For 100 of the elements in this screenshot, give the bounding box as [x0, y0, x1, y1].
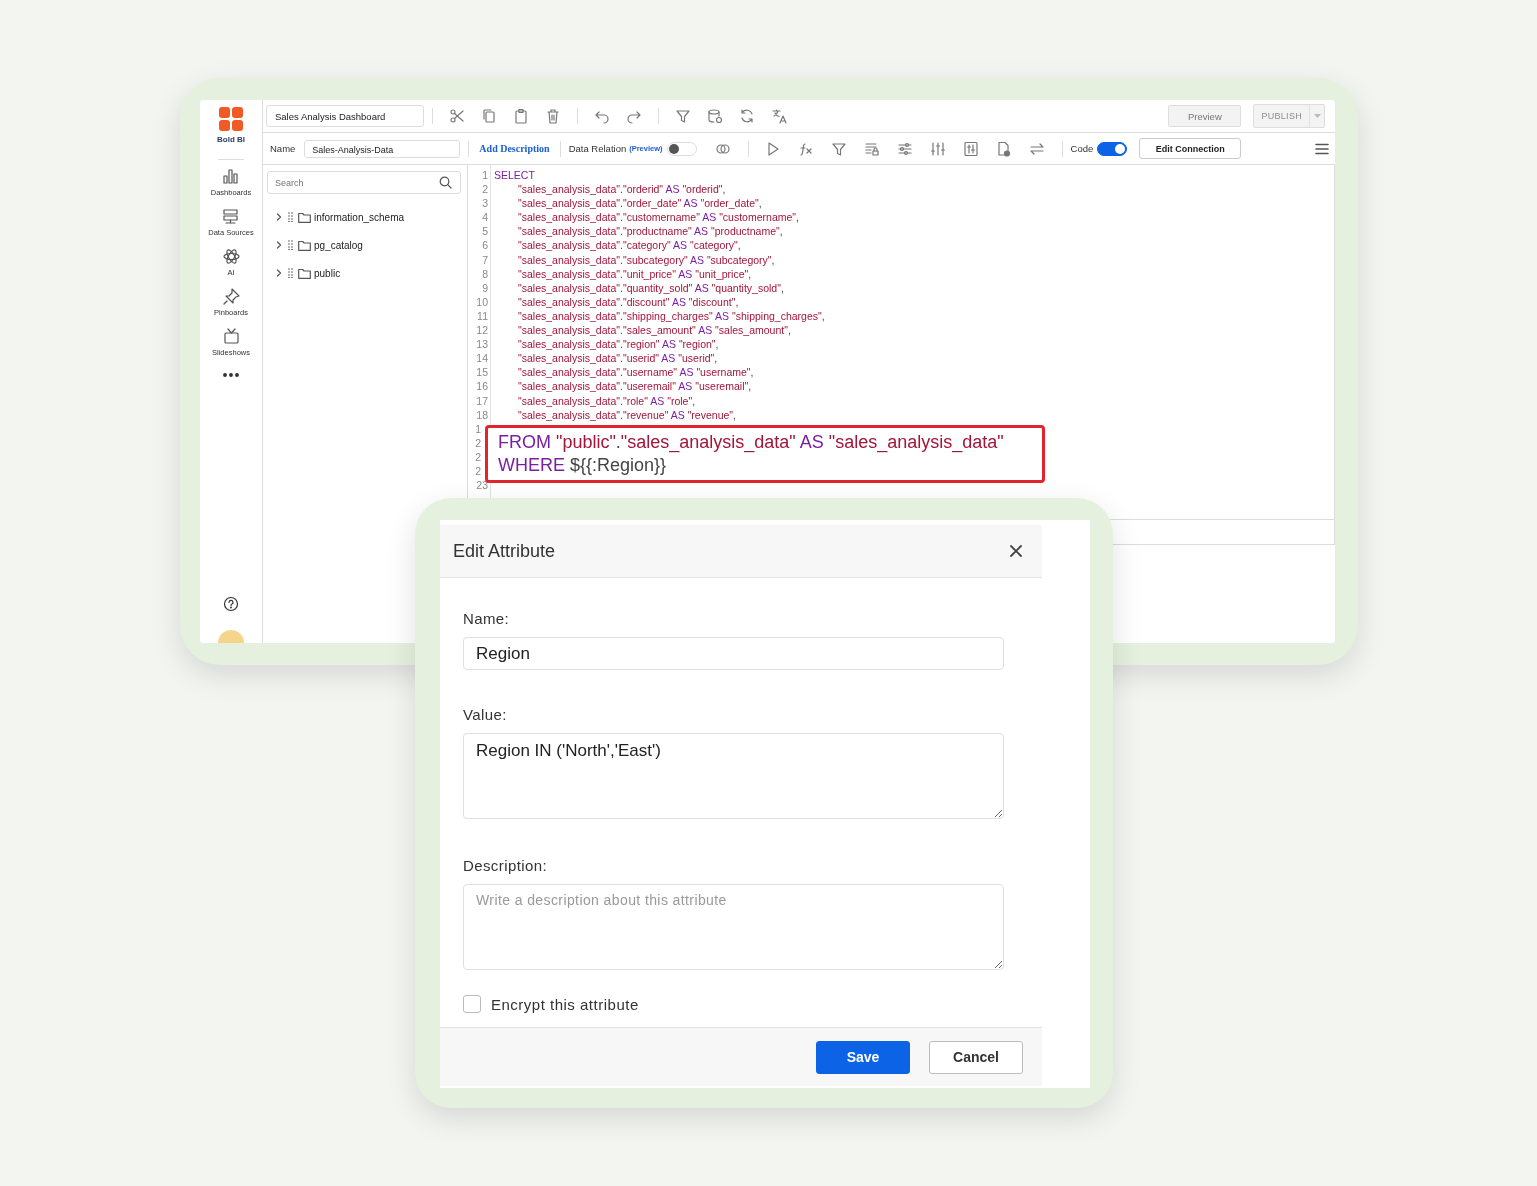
checkbox-label: Encrypt this attribute: [491, 995, 639, 1013]
text-area[interactable]: Region IN ('North','East'): [463, 733, 1004, 819]
help-icon[interactable]: [223, 596, 239, 612]
logo-icon: [218, 106, 244, 132]
save-button[interactable]: Save: [816, 1040, 910, 1074]
add-description-link[interactable]: Add Description: [479, 143, 550, 154]
line-number: 13: [475, 337, 489, 352]
clipboard-icon[interactable]: [513, 108, 529, 124]
refresh-icon[interactable]: [739, 108, 755, 124]
filter-icon[interactable]: [831, 140, 848, 157]
line-number: 4: [481, 210, 489, 225]
line-number: 1: [481, 168, 489, 183]
database-icon[interactable]: [707, 108, 723, 124]
translate-icon[interactable]: [771, 108, 787, 124]
cancel-button[interactable]: Cancel: [929, 1040, 1023, 1074]
code-line: WHERE ${{:Region}}: [498, 454, 668, 477]
code-line: FROM "public"."sales_analysis_data" AS "sales_analysis_data": [498, 431, 1005, 454]
tv-icon: [222, 328, 240, 345]
field-label: Name:: [463, 610, 510, 627]
code-line: "sales_analysis_data"."productname" AS "productname",: [517, 224, 784, 239]
chevron-right-icon[interactable]: [275, 269, 283, 277]
name-label: Name: [270, 143, 296, 154]
tree-item[interactable]: information_schema: [314, 211, 405, 223]
line-number: 2: [481, 182, 489, 197]
bar-chart-icon: [222, 168, 240, 185]
code-line: "sales_analysis_data"."username" AS "username",: [517, 365, 755, 380]
search-icon: [439, 176, 452, 189]
line-number: 6: [481, 238, 489, 253]
folder-icon: [298, 267, 311, 279]
line-number: 15: [475, 365, 489, 380]
code-line: "sales_analysis_data"."customername" AS "customername",: [517, 210, 800, 225]
code-line: "sales_analysis_data"."userid" AS "userid",: [517, 351, 719, 366]
trash-icon[interactable]: [545, 108, 561, 124]
code-line: "sales_analysis_data"."revenue" AS "revenue",: [517, 407, 737, 422]
chevron-right-icon[interactable]: [275, 241, 283, 249]
code-line: "sales_analysis_data"."quantity_sold" AS "quantity_sold",: [517, 280, 785, 295]
checkbox[interactable]: [463, 995, 481, 1013]
code-line: "sales_analysis_data"."sales_amount" AS "sales_amount",: [517, 323, 792, 338]
drag-handle-icon[interactable]: [288, 212, 293, 222]
tree-item[interactable]: public: [314, 267, 341, 279]
line-number: 12: [475, 323, 489, 338]
code-line: "sales_analysis_data"."role" AS "role",: [517, 393, 697, 408]
preview-button[interactable]: Preview: [1168, 105, 1242, 127]
menu-icon[interactable]: [1315, 142, 1329, 155]
code-line: "sales_analysis_data"."shipping_charges" AS "shipping_charges",: [517, 308, 826, 324]
line-number: 3: [481, 196, 489, 211]
document-icon[interactable]: [996, 140, 1013, 157]
text-area[interactable]: Write a description about this attribute: [463, 884, 1004, 970]
data-relation-toggle[interactable]: [666, 141, 697, 156]
data-relation-label: Data Relation: [568, 143, 627, 154]
atom-icon: [222, 248, 240, 265]
code-line: "sales_analysis_data"."category" AS "category",: [517, 238, 742, 253]
line-number: 2: [474, 463, 482, 479]
line-number: 9: [481, 280, 489, 295]
sliders-icon[interactable]: [897, 140, 914, 157]
drag-handle-icon[interactable]: [288, 240, 293, 250]
chevron-right-icon[interactable]: [275, 213, 283, 221]
code-line: "sales_analysis_data"."unit_price" AS "unit_price",: [517, 266, 753, 281]
text-field[interactable]: Region: [463, 637, 1004, 670]
boxed-sliders-icon[interactable]: [963, 140, 980, 157]
line-number: 2: [474, 435, 482, 450]
code-line: "sales_analysis_data"."discount" AS "discount",: [517, 294, 740, 309]
edit-connection-button[interactable]: Edit Connection: [1139, 138, 1242, 159]
line-number: 2: [474, 449, 482, 464]
code-label: Code: [1070, 143, 1094, 154]
code-toggle[interactable]: [1097, 141, 1128, 156]
vertical-sliders-icon[interactable]: [930, 140, 947, 157]
line-number: 18: [475, 407, 489, 422]
code-line: SELECT: [494, 168, 536, 183]
code-line: "sales_analysis_data"."order_date" AS "order_date",: [517, 196, 763, 211]
search-field[interactable]: Search: [267, 171, 461, 194]
server-icon: [222, 208, 240, 225]
field-label: Value:: [463, 706, 507, 723]
filter-icon[interactable]: [675, 108, 691, 124]
folder-icon: [298, 211, 311, 223]
more-icon[interactable]: [222, 372, 240, 378]
code-line: "sales_analysis_data"."subcategory" AS "subcategory",: [517, 252, 776, 267]
line-number: 23: [475, 478, 489, 493]
tree-item[interactable]: pg_catalog: [314, 239, 363, 251]
line-number: 17: [475, 393, 489, 408]
brand-name: Bold BI: [217, 135, 245, 144]
line-number: 16: [475, 379, 489, 394]
pin-icon: [222, 288, 240, 305]
line-number: 5: [481, 224, 489, 239]
field-label: Description:: [463, 857, 547, 874]
close-icon[interactable]: [1010, 545, 1022, 557]
code-line: "sales_analysis_data"."region" AS "region",: [517, 337, 720, 352]
dialog-title: Edit Attribute: [453, 540, 556, 562]
dashboard-name-field[interactable]: Sales Analysis Dashboard: [266, 105, 424, 127]
line-number: 7: [481, 252, 489, 267]
line-number: 11: [476, 308, 489, 324]
name-field[interactable]: Sales-Analysis-Data: [304, 139, 461, 158]
scissors-icon[interactable]: [449, 108, 465, 124]
line-number: 1: [474, 421, 482, 436]
code-line: "sales_analysis_data"."orderid" AS "orderid",: [517, 182, 727, 197]
folder-icon: [298, 239, 311, 251]
list-lock-icon[interactable]: [864, 140, 881, 157]
drag-handle-icon[interactable]: [288, 268, 293, 278]
line-number: 8: [481, 266, 489, 281]
line-number: 14: [475, 351, 489, 366]
